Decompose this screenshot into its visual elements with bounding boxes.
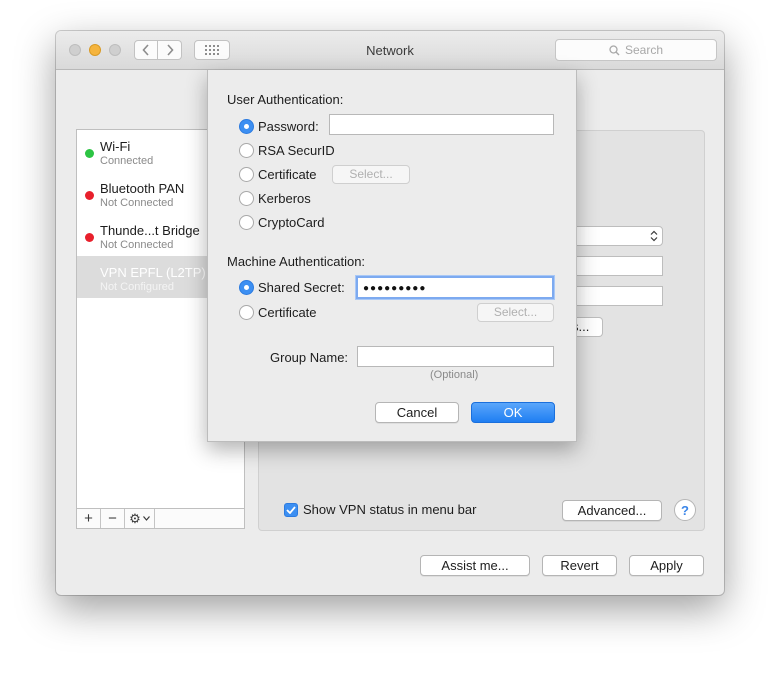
user-certificate-select-button[interactable]: Select... [332, 165, 410, 184]
machine-certificate-select-button[interactable]: Select... [477, 303, 554, 322]
radio-button[interactable] [239, 279, 254, 295]
title-bar: Network Search [56, 31, 724, 70]
radio-label: Kerberos [258, 190, 311, 206]
user-auth-rsa-securid-option[interactable]: RSA SecurID [239, 141, 335, 159]
authentication-settings-sheet: User Authentication: Password: RSA Secur… [207, 70, 577, 442]
radio-button[interactable] [239, 304, 254, 320]
add-service-button[interactable]: + [77, 509, 101, 528]
shared-secret-field[interactable]: ●●●●●●●●● [356, 276, 554, 299]
optional-hint: (Optional) [430, 369, 479, 381]
service-status: Not Configured [100, 281, 174, 293]
service-list-toolbar: + − ⚙ [76, 509, 245, 529]
user-auth-cryptocard-option[interactable]: CryptoCard [239, 213, 324, 231]
service-status: Not Connected [100, 197, 174, 209]
service-status: Connected [100, 155, 154, 167]
help-button[interactable]: ? [674, 499, 696, 521]
radio-button[interactable] [239, 214, 254, 230]
ok-button[interactable]: OK [471, 402, 555, 423]
service-name: Wi-Fi [100, 139, 131, 154]
machine-auth-shared-secret-option[interactable]: Shared Secret: [239, 278, 345, 296]
configuration-popup[interactable] [572, 226, 663, 246]
password-field[interactable] [329, 114, 554, 135]
user-auth-kerberos-option[interactable]: Kerberos [239, 189, 311, 207]
gear-icon: ⚙ [129, 510, 141, 526]
service-name: VPN EPFL (L2TP) [100, 265, 206, 280]
radio-label: Password: [258, 118, 319, 134]
apply-button[interactable]: Apply [629, 555, 704, 576]
assist-me-button[interactable]: Assist me... [420, 555, 530, 576]
user-auth-password-option[interactable]: Password: [239, 117, 319, 135]
radio-button[interactable] [239, 190, 254, 206]
status-dot-icon [85, 149, 94, 158]
gear-menu-button[interactable]: ⚙ [125, 509, 155, 528]
revert-button[interactable]: Revert [542, 555, 617, 576]
group-name-label: Group Name: [270, 350, 349, 365]
group-name-field[interactable] [357, 346, 554, 367]
service-name: Thunde...t Bridge [100, 223, 200, 238]
server-address-field[interactable] [572, 256, 663, 276]
service-name: Bluetooth PAN [100, 181, 185, 196]
radio-button[interactable] [239, 118, 254, 134]
radio-label: CryptoCard [258, 214, 325, 230]
radio-label: Shared Secret: [258, 279, 345, 295]
service-status: Not Connected [100, 239, 174, 251]
advanced-button[interactable]: Advanced... [562, 500, 662, 521]
search-icon [609, 44, 620, 55]
chevron-down-icon [142, 516, 150, 521]
user-auth-certificate-option[interactable]: Certificate [239, 165, 317, 183]
status-dot-icon [85, 233, 94, 242]
radio-button[interactable] [239, 142, 254, 158]
cancel-button[interactable]: Cancel [375, 402, 459, 423]
search-placeholder: Search [624, 43, 664, 57]
show-vpn-status-label: Show VPN status in menu bar [303, 502, 477, 517]
updown-chevron-icon [650, 230, 658, 242]
show-vpn-status-row[interactable]: Show VPN status in menu bar [284, 502, 476, 517]
shared-secret-value: ●●●●●●●●● [363, 283, 427, 294]
radio-button[interactable] [239, 166, 254, 182]
show-vpn-status-checkbox[interactable] [284, 502, 298, 517]
machine-authentication-title: Machine Authentication: [227, 254, 366, 269]
account-name-field[interactable] [572, 286, 663, 306]
machine-auth-certificate-option[interactable]: Certificate [239, 303, 317, 321]
remove-service-button[interactable]: − [101, 509, 125, 528]
search-field[interactable]: Search [555, 39, 717, 61]
radio-label: RSA SecurID [258, 142, 335, 158]
radio-label: Certificate [258, 166, 317, 182]
radio-label: Certificate [258, 304, 317, 320]
status-dot-icon [85, 191, 94, 200]
user-authentication-title: User Authentication: [227, 92, 344, 107]
checkmark-icon [286, 505, 296, 514]
